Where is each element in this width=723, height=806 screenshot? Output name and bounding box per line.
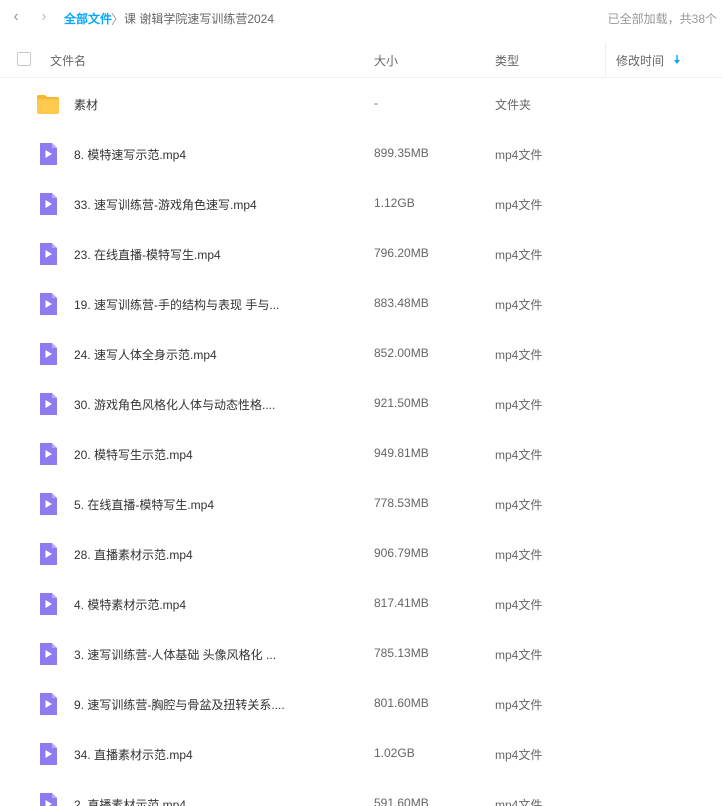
file-type: 文件夹 [495,98,532,112]
video-icon [40,343,57,365]
file-type: mp4文件 [495,648,543,662]
file-name[interactable]: 素材 [74,96,98,113]
file-type: mp4文件 [495,298,543,312]
file-name[interactable]: 5. 在线直播-模特写生.mp4 [74,496,214,513]
file-type: mp4文件 [495,248,543,262]
video-icon [40,743,57,765]
file-name[interactable]: 23. 在线直播-模特写生.mp4 [74,246,221,263]
file-name[interactable]: 20. 模特写生示范.mp4 [74,446,193,463]
file-type: mp4文件 [495,198,543,212]
file-row[interactable]: 24. 速写人体全身示范.mp4 852.00MB mp4文件 [0,329,723,379]
file-list: 素材 - 文件夹 8. 模特速写示范.mp4 899.35MB mp4文件 33. 速写训练… [0,79,723,806]
video-icon [40,443,57,465]
video-icon [40,243,57,265]
file-size: 906.79MB [374,546,429,560]
column-divider [605,42,606,76]
file-size: 778.53MB [374,496,429,510]
file-name[interactable]: 4. 模特素材示范.mp4 [74,596,186,613]
file-name[interactable]: 8. 模特速写示范.mp4 [74,146,186,163]
file-type: mp4文件 [495,698,543,712]
column-header-name[interactable]: 文件名 [50,52,86,69]
file-row[interactable]: 5. 在线直播-模特写生.mp4 778.53MB mp4文件 [0,479,723,529]
file-list-header: 文件名 大小 类型 修改时间 [0,40,723,78]
select-all-checkbox[interactable] [17,52,31,66]
file-name[interactable]: 24. 速写人体全身示范.mp4 [74,346,217,363]
top-bar: ‹ › 全部文件 〉 课 谢辑学院速写训练营2024 已全部加载，共38个 [0,0,723,34]
column-header-size[interactable]: 大小 [374,52,398,69]
file-name[interactable]: 28. 直播素材示范.mp4 [74,546,193,563]
breadcrumb-current: 课 谢辑学院速写训练营2024 [124,12,275,26]
file-row[interactable]: 23. 在线直播-模特写生.mp4 796.20MB mp4文件 [0,229,723,279]
video-icon [40,293,57,315]
file-row[interactable]: 34. 直播素材示范.mp4 1.02GB mp4文件 [0,729,723,779]
file-size: - [374,96,378,110]
file-row[interactable]: 素材 - 文件夹 [0,79,723,129]
column-header-type[interactable]: 类型 [495,52,519,69]
file-size: 591.60MB [374,796,429,806]
load-status: 已全部加载，共38个 [607,12,717,26]
file-type: mp4文件 [495,498,543,512]
file-size: 852.00MB [374,346,429,360]
file-row[interactable]: 3. 速写训练营-人体基础 头像风格化 ... 785.13MB mp4文件 [0,629,723,679]
file-type: mp4文件 [495,348,543,362]
video-icon [40,593,57,615]
file-type: mp4文件 [495,748,543,762]
file-type: mp4文件 [495,598,543,612]
file-size: 1.02GB [374,746,415,760]
file-name[interactable]: 19. 速写训练营-手的结构与表现 手与... [74,296,279,313]
video-icon [40,643,57,665]
file-size: 785.13MB [374,646,429,660]
file-size: 817.41MB [374,596,429,610]
video-icon [40,793,57,806]
video-icon [40,193,57,215]
file-type: mp4文件 [495,798,543,806]
file-name[interactable]: 3. 速写训练营-人体基础 头像风格化 ... [74,646,276,663]
file-size: 883.48MB [374,296,429,310]
file-type: mp4文件 [495,148,543,162]
file-row[interactable]: 28. 直播素材示范.mp4 906.79MB mp4文件 [0,529,723,579]
video-icon [40,493,57,515]
chevron-right-icon[interactable]: › [36,8,52,26]
file-size: 801.60MB [374,696,429,710]
breadcrumb-root[interactable]: 全部文件 [64,10,112,27]
video-icon [40,393,57,415]
sort-descending-icon[interactable] [673,54,681,66]
file-type: mp4文件 [495,398,543,412]
file-name[interactable]: 9. 速写训练营-胸腔与骨盆及扭转关系.... [74,696,285,713]
chevron-left-icon[interactable]: ‹ [8,8,24,26]
file-type: mp4文件 [495,548,543,562]
video-icon [40,693,57,715]
file-row[interactable]: 9. 速写训练营-胸腔与骨盆及扭转关系.... 801.60MB mp4文件 [0,679,723,729]
folder-icon [37,95,59,114]
file-size: 921.50MB [374,396,429,410]
file-row[interactable]: 19. 速写训练营-手的结构与表现 手与... 883.48MB mp4文件 [0,279,723,329]
file-name[interactable]: 2. 直播素材示范.mp4 [74,796,186,806]
file-size: 1.12GB [374,196,415,210]
breadcrumb-separator: 〉 [111,12,125,27]
file-row[interactable]: 30. 游戏角色风格化人体与动态性格.... 921.50MB mp4文件 [0,379,723,429]
file-size: 796.20MB [374,246,429,260]
column-header-modified[interactable]: 修改时间 [616,52,664,69]
file-row[interactable]: 4. 模特素材示范.mp4 817.41MB mp4文件 [0,579,723,629]
file-name[interactable]: 30. 游戏角色风格化人体与动态性格.... [74,396,275,413]
video-icon [40,143,57,165]
file-name[interactable]: 34. 直播素材示范.mp4 [74,746,193,763]
file-row[interactable]: 33. 速写训练营-游戏角色速写.mp4 1.12GB mp4文件 [0,179,723,229]
file-name[interactable]: 33. 速写训练营-游戏角色速写.mp4 [74,196,257,213]
video-icon [40,543,57,565]
file-size: 899.35MB [374,146,429,160]
file-row[interactable]: 8. 模特速写示范.mp4 899.35MB mp4文件 [0,129,723,179]
file-row[interactable]: 2. 直播素材示范.mp4 591.60MB mp4文件 [0,779,723,806]
file-type: mp4文件 [495,448,543,462]
file-row[interactable]: 20. 模特写生示范.mp4 949.81MB mp4文件 [0,429,723,479]
file-size: 949.81MB [374,446,429,460]
